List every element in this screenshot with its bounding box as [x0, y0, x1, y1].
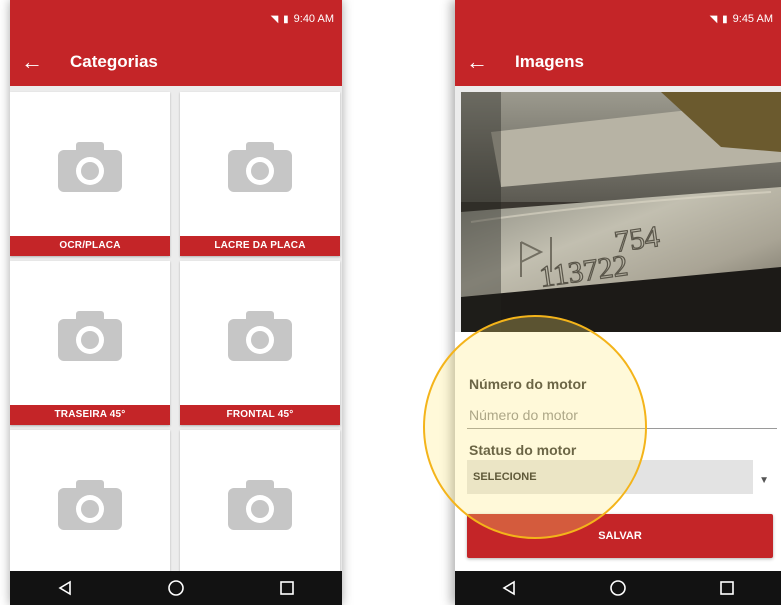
motor-status-selected-value: SELECIONE	[473, 471, 537, 483]
category-card[interactable]: FRONTAL 45°	[180, 261, 340, 425]
signal-wifi-battery-icons: ◥ ▮	[709, 13, 729, 25]
status-time: 9:45 AM	[732, 13, 773, 25]
camera-icon	[58, 480, 122, 535]
category-label: FRONTAL 45°	[180, 405, 340, 425]
app-bar: ← Categorias	[10, 38, 342, 86]
motor-status-select[interactable]: SELECIONE	[467, 460, 753, 494]
status-bar: ◥ ▮ 9:40 AM	[10, 0, 342, 38]
camera-icon	[228, 311, 292, 366]
phone-screen-imagens: ◥ ▮ 9:45 AM ← Imagens 754 113722 Número …	[455, 0, 781, 605]
system-nav-bar	[455, 571, 781, 605]
category-card[interactable]: LACRE DA PLACA	[180, 92, 340, 256]
page-title: Imagens	[515, 52, 584, 71]
status-bar: ◥ ▮ 9:45 AM	[455, 0, 781, 38]
category-card[interactable]: TRASEIRA 45°	[10, 261, 170, 425]
motor-status-label: Status do motor	[469, 442, 577, 458]
engine-photo: 754 113722	[461, 92, 781, 332]
category-label: LACRE DA PLACA	[180, 236, 340, 256]
status-time: 9:40 AM	[293, 13, 334, 25]
page-title: Categorias	[70, 52, 158, 71]
motor-number-label: Número do motor	[469, 376, 587, 392]
signal-wifi-battery-icons: ◥ ▮	[270, 13, 290, 25]
category-card[interactable]	[180, 430, 340, 571]
category-card[interactable]	[10, 430, 170, 571]
camera-icon	[58, 311, 122, 366]
system-nav-bar	[10, 571, 342, 605]
recents-square-icon[interactable]	[279, 580, 295, 596]
arrow-back-icon[interactable]: ←	[10, 38, 54, 86]
home-circle-icon[interactable]	[167, 579, 185, 597]
camera-icon	[228, 480, 292, 535]
home-circle-icon[interactable]	[609, 579, 627, 597]
arrow-back-icon[interactable]: ←	[455, 38, 499, 86]
motor-number-input[interactable]	[467, 402, 777, 429]
back-triangle-icon[interactable]	[57, 580, 73, 596]
category-grid: OCR/PLACA LACRE DA PLACA TRASEIRA 45° FR…	[10, 86, 342, 571]
camera-icon	[58, 142, 122, 197]
recents-square-icon[interactable]	[719, 580, 735, 596]
phone-screen-categorias: ◥ ▮ 9:40 AM ← Categorias OCR/PLACA LACRE…	[10, 0, 342, 605]
chevron-down-icon[interactable]: ▼	[759, 475, 769, 486]
app-bar: ← Imagens	[455, 38, 781, 86]
motor-form: Número do motor Status do motor SELECION…	[455, 332, 781, 571]
category-label: OCR/PLACA	[10, 236, 170, 256]
back-triangle-icon[interactable]	[501, 580, 517, 596]
category-label: TRASEIRA 45°	[10, 405, 170, 425]
category-card[interactable]: OCR/PLACA	[10, 92, 170, 256]
save-button[interactable]: SALVAR	[467, 514, 773, 558]
camera-icon	[228, 142, 292, 197]
